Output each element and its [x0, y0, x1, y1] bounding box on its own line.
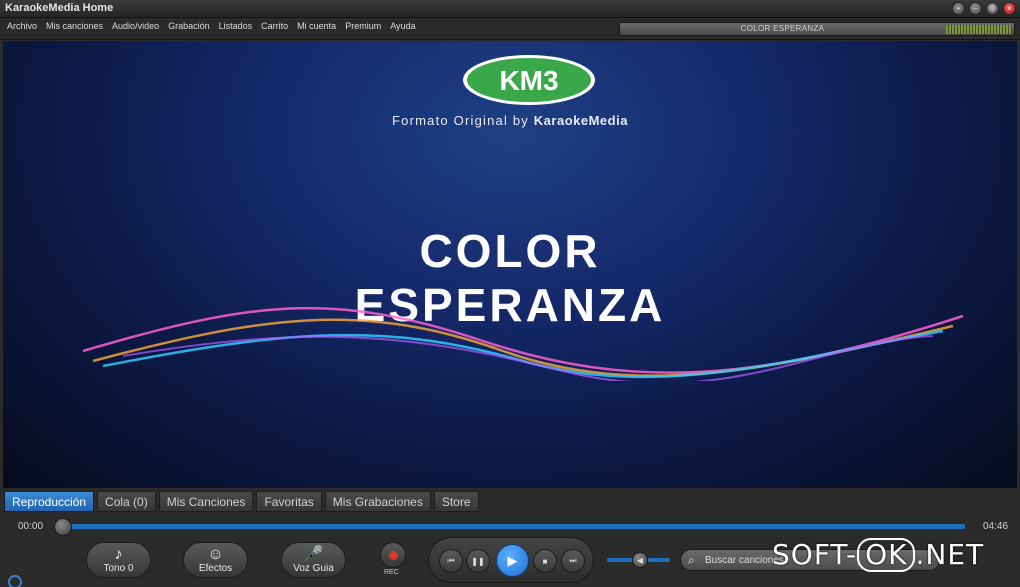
- pause-icon[interactable]: ❚❚: [466, 549, 490, 573]
- progress-bar[interactable]: [62, 524, 965, 529]
- tab-cola[interactable]: Cola (0): [97, 491, 156, 512]
- help-icon[interactable]: •: [952, 2, 965, 15]
- volume-speaker-icon[interactable]: ◀: [632, 552, 648, 568]
- transport-controls: ⏮ ❚❚ ▶ ■ ⏭: [428, 537, 594, 583]
- efectos-label: Efectos: [198, 562, 233, 574]
- song-title-line1: COLOR: [419, 225, 601, 277]
- stop-icon[interactable]: ■: [533, 549, 557, 573]
- tagline-prefix: Formato Original by: [392, 113, 534, 128]
- menu: Archivo Mis canciones Audio/video Grabac…: [7, 21, 416, 31]
- progress-handle[interactable]: [54, 518, 72, 536]
- close-icon[interactable]: ×: [1003, 2, 1016, 15]
- tagline: Formato Original by KaraokeMedia: [3, 113, 1017, 128]
- previous-icon[interactable]: ⏮: [439, 549, 463, 573]
- watermark-part1: SOFT-: [772, 538, 858, 571]
- tono-label: Tono 0: [103, 562, 134, 574]
- menu-premium[interactable]: Premium: [345, 21, 381, 31]
- volume-track-right[interactable]: [648, 558, 670, 562]
- next-icon[interactable]: ⏭: [561, 549, 585, 573]
- tab-favoritas[interactable]: Favoritas: [256, 491, 322, 512]
- efectos-button[interactable]: ☺ Efectos: [183, 542, 248, 578]
- elapsed-time: 00:00: [18, 521, 44, 532]
- microphone-icon: 🎤: [303, 545, 324, 563]
- window-controls: • – ⚙ ×: [952, 2, 1016, 15]
- music-note-icon: ♪: [114, 545, 123, 563]
- watermark-ok: OK: [857, 538, 916, 572]
- record-label: REC: [384, 569, 399, 576]
- km3-logo: KM3: [463, 55, 595, 105]
- minimize-icon[interactable]: –: [969, 2, 982, 15]
- menu-carrito[interactable]: Carrito: [261, 21, 288, 31]
- menu-grabacion[interactable]: Grabación: [168, 21, 210, 31]
- light-waves-decoration: [82, 306, 964, 381]
- menu-bar: Archivo Mis canciones Audio/video Grabac…: [0, 18, 1020, 40]
- play-icon[interactable]: ▶: [496, 544, 529, 577]
- search-icon: ⌕: [688, 553, 695, 567]
- vu-meter: [946, 25, 1012, 34]
- tab-mis-grabaciones[interactable]: Mis Grabaciones: [324, 491, 431, 512]
- tab-bar: Reproducción Cola (0) Mis Canciones Favo…: [4, 491, 479, 512]
- title-bar[interactable]: KaraokeMedia Home • – ⚙ ×: [0, 0, 1020, 18]
- menu-archivo[interactable]: Archivo: [7, 21, 37, 31]
- logo-text: KM3: [499, 65, 558, 96]
- record-dot-icon: [388, 550, 398, 560]
- watermark: SOFT- OK .NET: [772, 538, 984, 572]
- volume-track-left[interactable]: [607, 558, 634, 562]
- menu-listados[interactable]: Listados: [219, 21, 253, 31]
- tab-mis-canciones[interactable]: Mis Canciones: [158, 491, 254, 512]
- watermark-part3: .NET: [915, 538, 985, 571]
- video-area[interactable]: KM3 Formato Original by KaraokeMedia COL…: [3, 41, 1017, 488]
- voz-guia-label: Voz Guia: [293, 562, 334, 574]
- tagline-brand: KaraokeMedia: [533, 113, 628, 128]
- tono-button[interactable]: ♪ Tono 0: [86, 542, 151, 578]
- window-title: KaraokeMedia Home: [5, 2, 114, 14]
- tab-reproduccion[interactable]: Reproducción: [4, 491, 95, 512]
- settings-icon[interactable]: ⚙: [986, 2, 999, 15]
- menu-mi-cuenta[interactable]: Mi cuenta: [297, 21, 336, 31]
- total-time: 04:46: [983, 521, 1009, 532]
- now-playing-display: COLOR ESPERANZA: [619, 22, 1015, 36]
- now-playing-title: COLOR ESPERANZA: [740, 24, 825, 33]
- record-button[interactable]: [380, 542, 406, 568]
- smiley-icon: ☺: [207, 545, 224, 563]
- menu-mis-canciones[interactable]: Mis canciones: [46, 21, 103, 31]
- voz-guia-button[interactable]: 🎤 Voz Guia: [281, 542, 346, 578]
- menu-ayuda[interactable]: Ayuda: [390, 21, 415, 31]
- menu-audio-video[interactable]: Audio/video: [112, 21, 159, 31]
- tab-store[interactable]: Store: [433, 491, 479, 512]
- corner-circle-icon: [8, 575, 22, 587]
- app-window: KaraokeMedia Home • – ⚙ × Archivo Mis ca…: [0, 0, 1020, 587]
